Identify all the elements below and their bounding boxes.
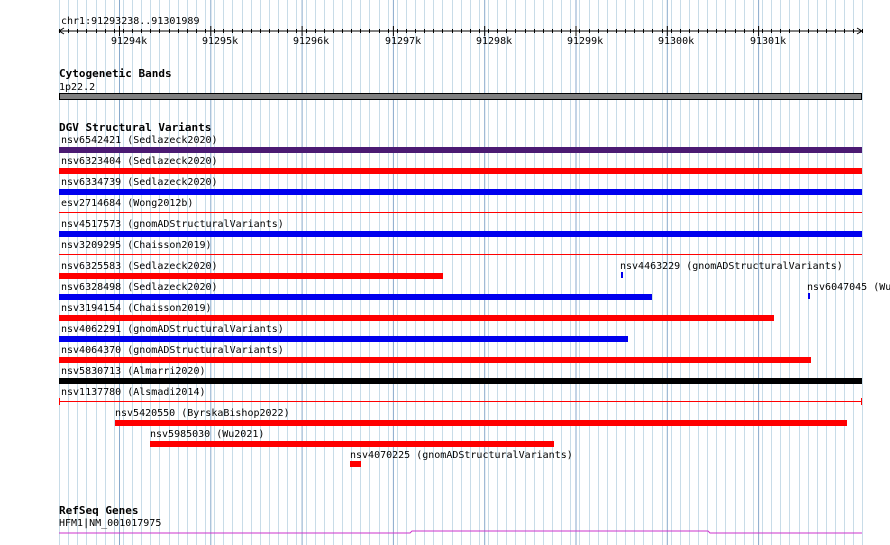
gene-intron-line <box>59 530 862 534</box>
gene-model[interactable] <box>0 0 890 545</box>
